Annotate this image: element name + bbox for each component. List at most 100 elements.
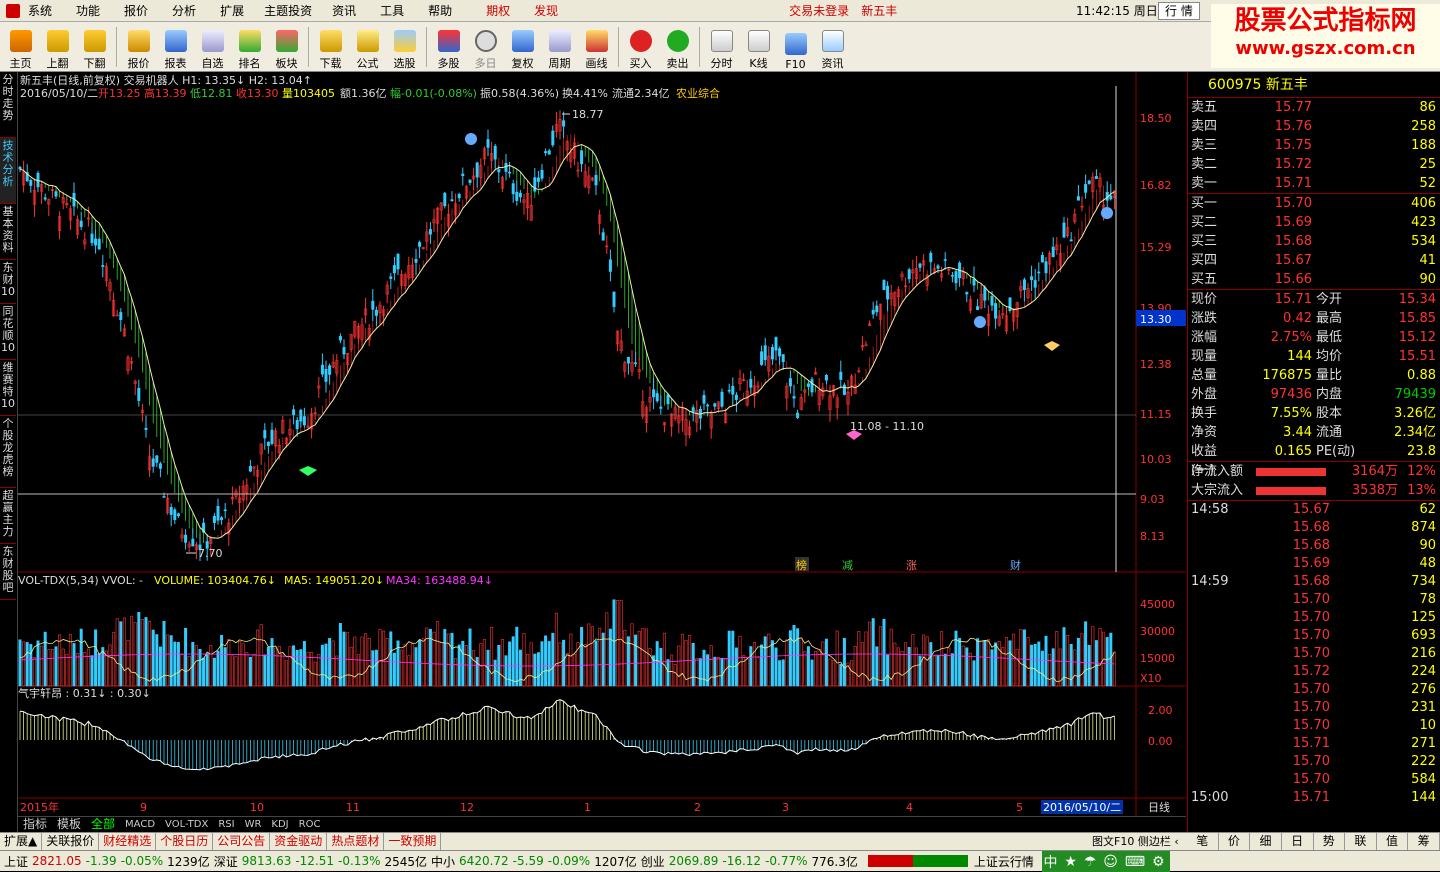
ind-tab-rsi[interactable]: RSI <box>213 817 239 832</box>
bottom-tab-hotspot[interactable]: 热点题材 <box>327 833 385 850</box>
left-tab-technical[interactable]: 技术分析 <box>0 138 16 204</box>
left-tab-dragon-tiger[interactable]: 个股龙虎榜 <box>0 416 16 488</box>
ask-row[interactable]: 卖一 15.71 52 <box>1188 174 1440 193</box>
volume-bar <box>594 640 598 687</box>
tick-list[interactable]: 14:58 15.67 62 15.68 874 15.68 90 15.69 48 14:59 1… <box>1188 501 1440 807</box>
left-tab-weisaite[interactable]: 维赛特10 <box>0 360 16 416</box>
cloud-quote-label[interactable]: 上证云行情 <box>974 853 1034 870</box>
bottom-tab-finance[interactable]: 财经精选 <box>99 833 157 850</box>
menu-function[interactable]: 功能 <box>58 0 106 22</box>
language-icon[interactable]: 中 <box>1043 852 1057 872</box>
settings-icon[interactable]: ⚙ <box>1152 854 1165 870</box>
left-tab-main-force[interactable]: 超赢主力 <box>0 488 16 544</box>
keyboard-icon[interactable]: ⌨ <box>1125 854 1145 870</box>
menu-analysis[interactable]: 分析 <box>154 0 202 22</box>
login-status[interactable]: 交易未登录 <box>564 0 855 22</box>
multi-day-button[interactable]: 多日 <box>467 23 504 71</box>
bottom-tab-sidebar[interactable]: 图文F10 侧边栏 ‹ <box>1088 833 1183 850</box>
index-sh-name[interactable]: 上证 <box>4 853 28 870</box>
index-sz-name[interactable]: 深证 <box>214 853 238 870</box>
menu-help[interactable]: 帮助 <box>410 0 458 22</box>
left-tab-intraday[interactable]: 分时走势 <box>0 72 16 138</box>
rank-button[interactable]: 排名 <box>231 23 268 71</box>
bid-row[interactable]: 买五 15.66 90 <box>1188 270 1440 289</box>
menu-tab-discover[interactable]: 发现 <box>516 0 564 22</box>
menu-extend[interactable]: 扩展 <box>202 0 250 22</box>
buy-button[interactable]: 买入 <box>622 23 659 71</box>
bid-row[interactable]: 买三 15.68 534 <box>1188 232 1440 251</box>
chart-area[interactable]: 18.77 7.70 11.08 - 11.10 榜 减 涨 财 新五丰(日线,… <box>18 72 1186 816</box>
sector-button[interactable]: 板块 <box>268 23 305 71</box>
page-up-button[interactable]: 上翻 <box>39 23 76 71</box>
ask-row[interactable]: 卖二 15.72 25 <box>1188 155 1440 174</box>
news-button[interactable]: 资讯 <box>814 23 851 71</box>
bottom-tab-related[interactable]: 关联报价 <box>42 833 100 850</box>
bottom-tab-capital[interactable]: 资金驱动 <box>270 833 328 850</box>
star-icon[interactable]: ★ <box>1064 854 1077 870</box>
chart-sector[interactable]: 农业综合 <box>676 86 720 100</box>
skin-icon[interactable]: ☂ <box>1084 854 1097 870</box>
ask-row[interactable]: 卖三 15.75 188 <box>1188 136 1440 155</box>
kline-button[interactable]: K线 <box>740 23 777 71</box>
event-label-finance[interactable]: 财 <box>1010 558 1021 572</box>
event-label-rise[interactable]: 涨 <box>906 559 917 572</box>
sell-button[interactable]: 卖出 <box>659 23 696 71</box>
menu-theme[interactable]: 主题投资 <box>250 0 318 22</box>
index-cy-name[interactable]: 创业 <box>641 853 665 870</box>
quote-mode-button[interactable]: 行 情 <box>1158 2 1200 20</box>
ind-tab-indicator[interactable]: 指标 <box>18 817 52 832</box>
right-panel-tab[interactable]: 价 <box>1219 833 1251 850</box>
bottom-tab-extend[interactable]: 扩展▲ <box>0 833 43 850</box>
page-down-button[interactable]: 下翻 <box>76 23 113 71</box>
ask-row[interactable]: 卖五 15.77 86 <box>1188 98 1440 117</box>
stock-select-button[interactable]: 选股 <box>386 23 423 71</box>
event-label-reduce[interactable]: 减 <box>842 559 853 572</box>
f10-button[interactable]: F10 <box>777 23 814 71</box>
bid-row[interactable]: 买二 15.69 423 <box>1188 213 1440 232</box>
ind-tab-wr[interactable]: WR <box>240 817 267 832</box>
menu-system[interactable]: 系统 <box>0 0 58 22</box>
bottom-tab-announce[interactable]: 公司公告 <box>213 833 271 850</box>
home-button[interactable]: 主页 <box>2 23 39 71</box>
left-tab-eastmoney[interactable]: 东财10 <box>0 260 16 304</box>
watchlist-button[interactable]: 自选 <box>194 23 231 71</box>
period-label[interactable]: 日线 <box>1148 800 1170 814</box>
bottom-tab-consensus[interactable]: 一致预期 <box>384 833 442 850</box>
quote-button[interactable]: 报价 <box>120 23 157 71</box>
adjust-button[interactable]: 复权 <box>504 23 541 71</box>
index-zx-name[interactable]: 中小 <box>431 853 455 870</box>
right-panel-tab[interactable]: 日 <box>1282 833 1314 850</box>
report-button[interactable]: 报表 <box>157 23 194 71</box>
right-panel-tab[interactable]: 势 <box>1314 833 1346 850</box>
right-panel-tab[interactable]: 细 <box>1250 833 1282 850</box>
left-tab-forum[interactable]: 东财股吧 <box>0 544 16 600</box>
emoji-icon[interactable]: ☺ <box>1103 854 1118 870</box>
download-button[interactable]: 下载 <box>312 23 349 71</box>
left-tab-ths[interactable]: 同花顺10 <box>0 304 16 360</box>
bid-row[interactable]: 买一 15.70 406 <box>1188 194 1440 213</box>
menu-quote[interactable]: 报价 <box>106 0 154 22</box>
ind-tab-vol-tdx[interactable]: VOL-TDX <box>160 817 213 832</box>
ask-row[interactable]: 卖四 15.76 258 <box>1188 117 1440 136</box>
ind-tab-macd[interactable]: MACD <box>120 817 160 832</box>
ind-tab-roc[interactable]: ROC <box>294 817 326 832</box>
formula-button[interactable]: 公式 <box>349 23 386 71</box>
left-tab-profile[interactable]: 基本资料 <box>0 204 16 260</box>
right-panel-tab[interactable]: 联 <box>1345 833 1377 850</box>
bottom-tab-calendar[interactable]: 个股日历 <box>156 833 214 850</box>
right-panel-tab[interactable]: 值 <box>1377 833 1409 850</box>
bid-row[interactable]: 买四 15.67 41 <box>1188 251 1440 270</box>
ind-tab-kdj[interactable]: KDJ <box>266 817 293 832</box>
period-button[interactable]: 周期 <box>541 23 578 71</box>
intraday-button[interactable]: 分时 <box>703 23 740 71</box>
menu-tools[interactable]: 工具 <box>362 0 410 22</box>
menu-news[interactable]: 资讯 <box>318 0 362 22</box>
right-panel-tab[interactable]: 筹 <box>1408 833 1440 850</box>
right-panel-tab[interactable]: 笔 <box>1187 833 1219 850</box>
multi-stock-button[interactable]: 多股 <box>430 23 467 71</box>
ind-tab-all[interactable]: 全部 <box>86 817 120 832</box>
kline-chart[interactable]: 18.77 7.70 11.08 - 11.10 榜 减 涨 财 新五丰(日线,… <box>18 72 1186 816</box>
menu-tab-options[interactable]: 期权 <box>458 0 516 22</box>
draw-line-button[interactable]: 画线 <box>578 23 615 71</box>
ind-tab-template[interactable]: 模板 <box>52 817 86 832</box>
